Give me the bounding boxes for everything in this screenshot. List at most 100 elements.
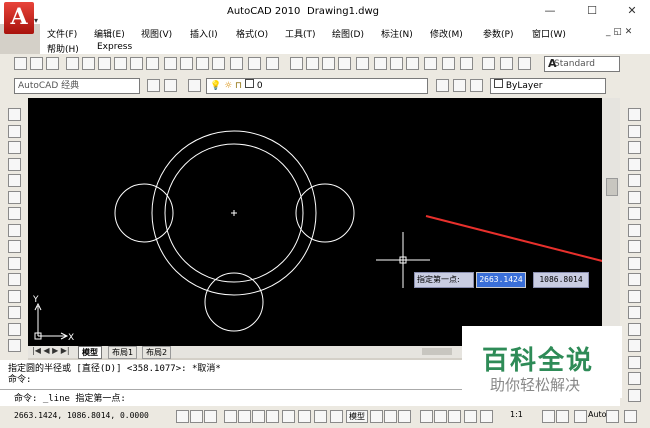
right-circle[interactable] bbox=[295, 183, 355, 243]
tab-layout2[interactable]: 布局2 bbox=[142, 346, 172, 359]
standard-tool-16-icon[interactable] bbox=[266, 57, 279, 70]
standard-tool-10-icon[interactable] bbox=[164, 57, 177, 70]
tab-nav-arrows[interactable]: |◀ ◀ ▶ ▶| bbox=[32, 346, 70, 355]
status-toggle-14-icon[interactable] bbox=[398, 410, 411, 423]
standard-tool-30-icon[interactable] bbox=[518, 57, 531, 70]
standard-tool-22-icon[interactable] bbox=[374, 57, 387, 70]
auto-scale-toggle[interactable]: Auto bbox=[588, 410, 607, 419]
draw-tool-15-icon[interactable] bbox=[8, 339, 21, 352]
menu-format[interactable]: 格式(O) bbox=[236, 27, 268, 40]
menu-modify[interactable]: 修改(M) bbox=[430, 27, 463, 40]
standard-tool-6-icon[interactable] bbox=[98, 57, 111, 70]
modify-tool-17-icon[interactable] bbox=[628, 372, 641, 385]
standard-tool-14-icon[interactable] bbox=[230, 57, 243, 70]
layer-previous-icon[interactable] bbox=[453, 79, 466, 92]
modify-tool-14-icon[interactable] bbox=[628, 323, 641, 336]
status-toggle-17-icon[interactable] bbox=[448, 410, 461, 423]
draw-tool-2-icon[interactable] bbox=[8, 125, 21, 138]
status-toggle-19-icon[interactable] bbox=[480, 410, 493, 423]
draw-tool-6-icon[interactable] bbox=[8, 191, 21, 204]
modify-tool-4-icon[interactable] bbox=[628, 158, 641, 171]
status-toggle-24-icon[interactable] bbox=[624, 410, 637, 423]
standard-tool-2-icon[interactable] bbox=[30, 57, 43, 70]
application-menu-button[interactable]: A bbox=[4, 2, 34, 34]
draw-tool-3-icon[interactable] bbox=[8, 141, 21, 154]
standard-tool-29-icon[interactable] bbox=[500, 57, 513, 70]
standard-tool-15-icon[interactable] bbox=[248, 57, 261, 70]
modify-tool-10-icon[interactable] bbox=[628, 257, 641, 270]
mdi-window-controls[interactable]: _ ◱ ✕ bbox=[606, 27, 632, 37]
modify-tool-3-icon[interactable] bbox=[628, 141, 641, 154]
standard-tool-24-icon[interactable] bbox=[406, 57, 419, 70]
draw-tool-5-icon[interactable] bbox=[8, 174, 21, 187]
tab-model[interactable]: 模型 bbox=[78, 346, 102, 359]
modify-tool-13-icon[interactable] bbox=[628, 306, 641, 319]
x-coordinate-input[interactable]: 2663.1424 bbox=[476, 272, 526, 288]
menu-parametric[interactable]: 参数(P) bbox=[483, 27, 513, 40]
draw-tool-14-icon[interactable] bbox=[8, 323, 21, 336]
maximize-button[interactable]: ☐ bbox=[582, 4, 602, 18]
status-toggle-18-icon[interactable] bbox=[464, 410, 477, 423]
menu-express[interactable]: Express bbox=[97, 42, 132, 52]
standard-tool-17-icon[interactable] bbox=[290, 57, 303, 70]
make-current-layer-icon[interactable] bbox=[436, 79, 449, 92]
standard-tool-25-icon[interactable] bbox=[424, 57, 437, 70]
standard-tool-12-icon[interactable] bbox=[196, 57, 209, 70]
modify-tool-8-icon[interactable] bbox=[628, 224, 641, 237]
status-toggle-3-icon[interactable] bbox=[204, 410, 217, 423]
menu-edit[interactable]: 编辑(E) bbox=[94, 27, 125, 40]
command-input[interactable]: 命令: _line 指定第一点: bbox=[14, 391, 126, 404]
minimize-button[interactable]: — bbox=[540, 4, 560, 18]
status-toggle-6-icon[interactable] bbox=[252, 410, 265, 423]
layer-combo[interactable]: 💡 ☼ ⊓ 0 bbox=[206, 78, 428, 94]
menu-file[interactable]: 文件(F) bbox=[47, 27, 77, 40]
menu-view[interactable]: 视图(V) bbox=[141, 27, 172, 40]
status-toggle-10-icon[interactable] bbox=[314, 410, 327, 423]
draw-tool-11-icon[interactable] bbox=[8, 273, 21, 286]
modify-tool-15-icon[interactable] bbox=[628, 339, 641, 352]
status-toggle-9-icon[interactable] bbox=[298, 410, 311, 423]
menu-dimension[interactable]: 标注(N) bbox=[381, 27, 413, 40]
horizontal-scroll-thumb[interactable] bbox=[422, 348, 452, 355]
status-toggle-11-icon[interactable] bbox=[330, 410, 343, 423]
modify-tool-7-icon[interactable] bbox=[628, 207, 641, 220]
scroll-thumb[interactable] bbox=[606, 178, 618, 196]
draw-tool-7-icon[interactable] bbox=[8, 207, 21, 220]
standard-tool-18-icon[interactable] bbox=[306, 57, 319, 70]
status-toggle-8-icon[interactable] bbox=[282, 410, 295, 423]
drawing-canvas[interactable]: Y X 指定第一点: 2663.1424 1086.8014 bbox=[28, 98, 602, 346]
modify-tool-12-icon[interactable] bbox=[628, 290, 641, 303]
vertical-scrollbar[interactable] bbox=[602, 98, 620, 346]
status-toggle-7-icon[interactable] bbox=[266, 410, 279, 423]
menu-window[interactable]: 窗口(W) bbox=[532, 27, 566, 40]
draw-tool-4-icon[interactable] bbox=[8, 158, 21, 171]
draw-tool-8-icon[interactable] bbox=[8, 224, 21, 237]
draw-tool-10-icon[interactable] bbox=[8, 257, 21, 270]
modify-tool-11-icon[interactable] bbox=[628, 273, 641, 286]
modify-tool-1-icon[interactable] bbox=[628, 108, 641, 121]
status-toggle-2-icon[interactable] bbox=[190, 410, 203, 423]
menu-insert[interactable]: 插入(I) bbox=[190, 27, 218, 40]
standard-tool-4-icon[interactable] bbox=[66, 57, 79, 70]
standard-tool-20-icon[interactable] bbox=[338, 57, 351, 70]
standard-tool-21-icon[interactable] bbox=[356, 57, 369, 70]
standard-tool-7-icon[interactable] bbox=[114, 57, 127, 70]
status-toggle-22-icon[interactable] bbox=[574, 410, 587, 423]
modify-tool-6-icon[interactable] bbox=[628, 191, 641, 204]
status-toggle-1-icon[interactable] bbox=[176, 410, 189, 423]
menu-draw[interactable]: 绘图(D) bbox=[332, 27, 364, 40]
status-toggle-23-icon[interactable] bbox=[606, 410, 619, 423]
toolbar-lock-icon[interactable] bbox=[164, 79, 177, 92]
draw-tool-1-icon[interactable] bbox=[8, 108, 21, 121]
layer-states-icon[interactable] bbox=[470, 79, 483, 92]
standard-tool-23-icon[interactable] bbox=[390, 57, 403, 70]
tab-layout1[interactable]: 布局1 bbox=[108, 346, 138, 359]
modify-tool-2-icon[interactable] bbox=[628, 125, 641, 138]
standard-tool-28-icon[interactable] bbox=[482, 57, 495, 70]
standard-tool-19-icon[interactable] bbox=[322, 57, 335, 70]
draw-tool-9-icon[interactable] bbox=[8, 240, 21, 253]
status-toggle-16-icon[interactable] bbox=[434, 410, 447, 423]
standard-tool-11-icon[interactable] bbox=[180, 57, 193, 70]
modify-tool-16-icon[interactable] bbox=[628, 356, 641, 369]
standard-tool-8-icon[interactable] bbox=[130, 57, 143, 70]
